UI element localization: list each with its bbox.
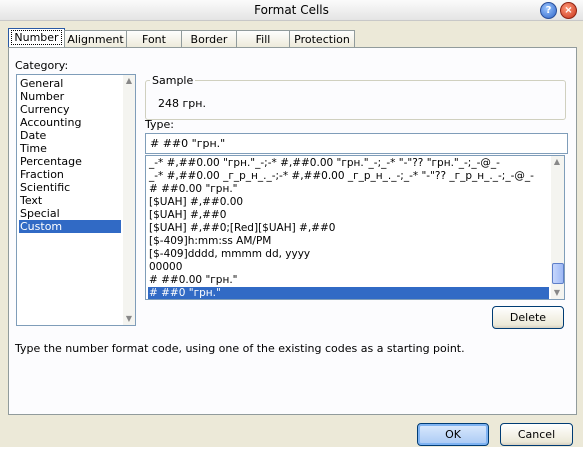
format-item[interactable]: [$-409]dddd, mmmm dd, yyyy [148, 248, 549, 261]
format-item[interactable]: _-* #,##0.00 _г_р_н_._-;-* #,##0.00 _г_р… [148, 170, 549, 183]
tab-border[interactable]: Border [181, 30, 237, 48]
category-label: Category: [15, 59, 69, 72]
category-item-scientific[interactable]: Scientific [19, 181, 121, 194]
tab-alignment[interactable]: Alignment [64, 30, 127, 48]
format-item[interactable]: [$UAH] #,##0;[Red][$UAH] #,##0 [148, 222, 549, 235]
window-bottom-edge [0, 447, 583, 457]
type-input[interactable]: # ##0 "грн." [145, 133, 568, 154]
format-item[interactable]: [$UAH] #,##0 [148, 209, 549, 222]
tab-font[interactable]: Font [126, 30, 182, 48]
tab-protection[interactable]: Protection [289, 30, 355, 48]
title-bar: Format Cells ? × [0, 0, 583, 21]
category-item-text[interactable]: Text [19, 194, 121, 207]
help-icon[interactable]: ? [540, 2, 557, 19]
description-text: Type the number format code, using one o… [15, 342, 465, 355]
tab-fill[interactable]: Fill [236, 30, 290, 48]
format-scrollbar[interactable]: ▲ ▼ [551, 156, 564, 299]
scroll-down-icon[interactable]: ▼ [123, 313, 135, 325]
scroll-up-icon[interactable]: ▲ [551, 156, 563, 168]
category-item-custom[interactable]: Custom [19, 220, 121, 233]
category-list[interactable]: General Number Currency Accounting Date … [16, 74, 136, 326]
cancel-button[interactable]: Cancel [500, 423, 573, 446]
format-item[interactable]: [$UAH] #,##0.00 [148, 196, 549, 209]
category-item-fraction[interactable]: Fraction [19, 168, 121, 181]
format-list[interactable]: _-* #,##0.00 "грн."_-;-* #,##0.00 "грн."… [145, 155, 565, 300]
sample-group: Sample 248 грн. [145, 74, 566, 120]
category-item-general[interactable]: General [19, 77, 121, 90]
close-icon[interactable]: × [560, 2, 577, 19]
ok-button[interactable]: OK [417, 423, 489, 446]
delete-button[interactable]: Delete [492, 306, 564, 329]
format-item[interactable]: # ##0.00 "грн." [148, 183, 549, 196]
scroll-up-icon[interactable]: ▲ [123, 75, 135, 87]
scroll-thumb[interactable] [552, 263, 564, 284]
window-title: Format Cells [254, 3, 329, 17]
category-item-time[interactable]: Time [19, 142, 121, 155]
format-item[interactable]: # ##0.00 "грн." [148, 274, 549, 287]
category-item-date[interactable]: Date [19, 129, 121, 142]
tab-number[interactable]: Number [8, 28, 65, 49]
category-item-special[interactable]: Special [19, 207, 121, 220]
category-item-number[interactable]: Number [19, 90, 121, 103]
format-item[interactable]: [$-409]h:mm:ss AM/PM [148, 235, 549, 248]
category-item-accounting[interactable]: Accounting [19, 116, 121, 129]
category-scrollbar[interactable]: ▲ ▼ [123, 75, 135, 325]
sample-label: Sample [150, 74, 196, 87]
format-item[interactable]: 00000 [148, 261, 549, 274]
category-item-percentage[interactable]: Percentage [19, 155, 121, 168]
type-label: Type: [145, 118, 174, 131]
category-item-currency[interactable]: Currency [19, 103, 121, 116]
format-item-selected[interactable]: # ##0 "грн." [148, 287, 549, 299]
scroll-down-icon[interactable]: ▼ [551, 287, 563, 299]
format-item[interactable]: _-* #,##0.00 "грн."_-;-* #,##0.00 "грн."… [148, 157, 549, 170]
sample-value: 248 грн. [158, 97, 206, 110]
